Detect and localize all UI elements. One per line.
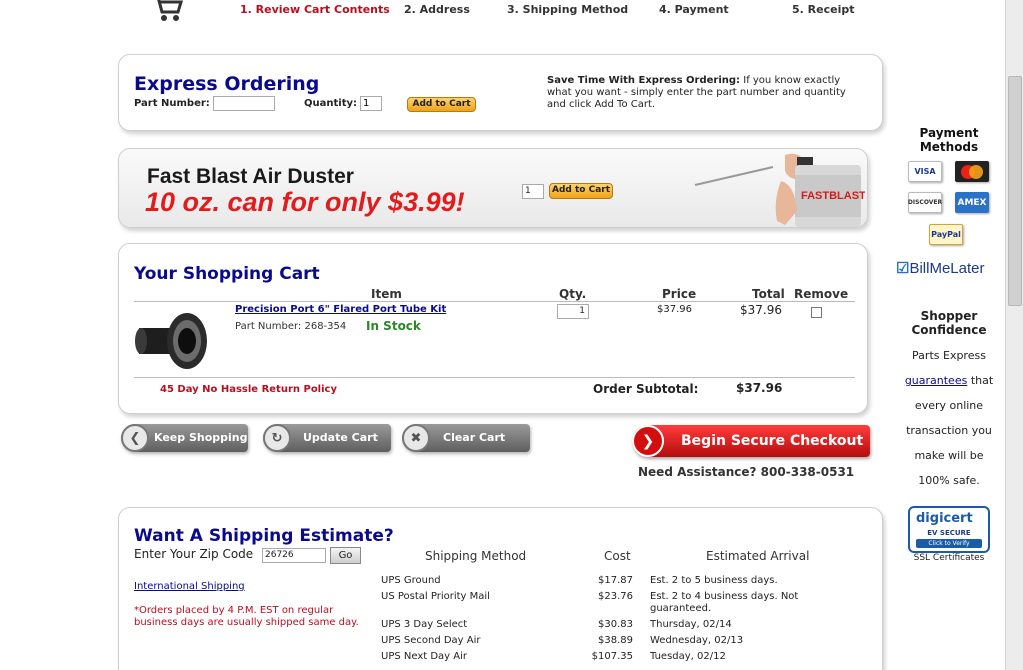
cart-title: Your Shopping Cart: [134, 264, 320, 284]
discover-icon: DISCOVER: [908, 192, 942, 213]
clear-cart-button[interactable]: ✖ Clear Cart: [402, 424, 530, 452]
payment-methods-title: Payment Methods: [919, 126, 979, 154]
quantity-input[interactable]: [360, 96, 382, 111]
express-info: Save Time With Express Ordering: If you …: [547, 75, 846, 110]
amex-icon: AMEX: [955, 192, 989, 213]
visa-icon: VISA: [908, 161, 942, 182]
cart-icon: [157, 0, 184, 21]
shipping-title: Want A Shipping Estimate?: [134, 526, 394, 546]
express-ordering-panel: Express Ordering Part Number: Quantity: …: [118, 54, 883, 131]
shipping-note: *Orders placed by 4 P.M. EST on regular …: [134, 605, 359, 628]
digicert-seal[interactable]: digicert EV SECURE Click to Verify: [908, 506, 990, 553]
step-address: 2. Address: [404, 3, 470, 16]
step-shipping-method: 3. Shipping Method: [507, 3, 629, 16]
step-payment: 4. Payment: [659, 3, 729, 16]
part-number-label: Part Number:: [134, 98, 210, 109]
express-add-to-cart-button[interactable]: Add to Cart: [407, 97, 476, 112]
begin-secure-checkout-button[interactable]: ❯ Begin Secure Checkout: [632, 425, 870, 457]
promo-add-to-cart-button[interactable]: Add to Cart: [549, 183, 613, 199]
ssl-certificates-label: SSL Certificates: [913, 553, 985, 563]
step-receipt: 5. Receipt: [792, 3, 855, 16]
shopper-confidence-text: Parts Express guarantees that every onlin…: [904, 349, 994, 487]
header-price: Price: [662, 287, 697, 301]
quantity-label: Quantity:: [304, 98, 357, 109]
zip-label: Enter Your Zip Code: [134, 547, 254, 561]
header-cost: Cost: [604, 549, 631, 563]
promo-subtitle: 10 oz. can for only $3.99!: [145, 187, 465, 217]
international-shipping-link[interactable]: International Shipping: [134, 581, 245, 592]
refresh-icon: ↻: [263, 424, 291, 452]
header-total: Total: [752, 287, 785, 301]
remove-checkbox[interactable]: [811, 307, 822, 318]
header-remove: Remove: [794, 287, 849, 301]
part-number: Part Number: 268-354: [235, 321, 347, 332]
promo-banner: Fast Blast Air Duster 10 oz. can for onl…: [118, 148, 868, 228]
payment-methods: Payment Methods: [893, 126, 1005, 154]
item-price: $37.96: [657, 304, 692, 315]
shopper-confidence: Shopper Confidence Parts Express guarante…: [893, 309, 1005, 493]
header-qty: Qty.: [559, 287, 587, 301]
stock-status: In Stock: [366, 319, 421, 333]
step-review-cart: 1. Review Cart Contents: [240, 3, 390, 16]
svg-text:FASTBLAST: FASTBLAST: [801, 190, 865, 202]
return-policy: 45 Day No Hassle Return Policy: [160, 384, 337, 395]
subtotal-label: Order Subtotal:: [593, 382, 699, 396]
part-number-input[interactable]: [213, 96, 275, 111]
header-estimated-arrival: Estimated Arrival: [706, 549, 810, 563]
shopping-cart-panel: Your Shopping Cart Item Qty. Price Total…: [118, 243, 868, 414]
chevron-right-icon: ❯: [632, 425, 664, 457]
shipping-estimate-panel: Want A Shipping Estimate? Enter Your Zip…: [118, 507, 883, 670]
scrollbar-thumb[interactable]: [1008, 76, 1022, 306]
promo-quantity-input[interactable]: 1: [522, 184, 544, 199]
port-tube-image: [135, 313, 207, 369]
header-item: Item: [371, 287, 402, 301]
billmelater-logo: ☑BillMeLater: [896, 260, 985, 277]
close-icon: ✖: [402, 424, 430, 452]
product-link[interactable]: Precision Port 6" Flared Port Tube Kit: [235, 304, 446, 315]
vertical-scrollbar[interactable]: [1005, 0, 1023, 670]
guarantees-link[interactable]: guarantees: [905, 374, 968, 387]
checkout-steps: 1. Review Cart Contents 2. Address 3. Sh…: [118, 0, 878, 22]
header-shipping-method: Shipping Method: [425, 549, 527, 563]
subtotal-value: $37.96: [736, 381, 783, 395]
shopper-confidence-title: Shopper Confidence: [911, 309, 987, 337]
chevron-left-icon: ❮: [121, 424, 149, 452]
update-cart-button[interactable]: ↻ Update Cart: [263, 424, 391, 452]
mastercard-icon: [955, 161, 989, 182]
assistance-phone: Need Assistance? 800-338-0531: [638, 465, 855, 479]
divider: [134, 377, 855, 378]
keep-shopping-button[interactable]: ❮ Keep Shopping: [121, 424, 248, 452]
divider: [134, 301, 855, 302]
paypal-icon: PayPal: [929, 224, 963, 245]
item-quantity-input[interactable]: 1: [557, 304, 589, 319]
air-duster-can-image: FASTBLAST: [694, 153, 865, 227]
zip-input[interactable]: 26726: [262, 548, 326, 563]
promo-title: Fast Blast Air Duster: [147, 165, 354, 188]
express-title: Express Ordering: [134, 73, 320, 95]
item-total: $37.96: [740, 303, 782, 317]
go-button[interactable]: Go: [330, 547, 361, 564]
